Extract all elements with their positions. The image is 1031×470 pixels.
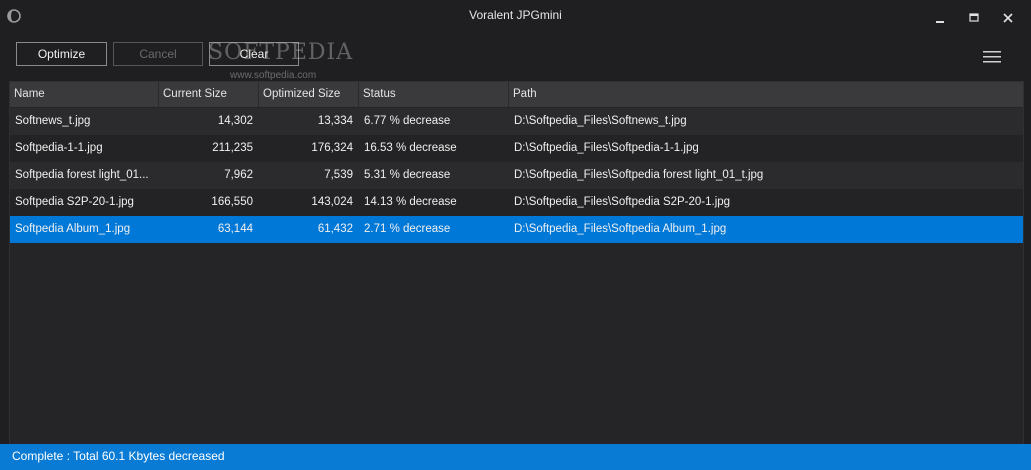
cell-name: Softpedia-1-1.jpg xyxy=(15,142,103,154)
status-text: Complete : Total 60.1 Kbytes decreased xyxy=(12,449,225,463)
cell-current-size: 166,550 xyxy=(211,196,253,208)
cell-current-size: 7,962 xyxy=(224,169,253,181)
cell-name: Softpedia S2P-20-1.jpg xyxy=(15,196,134,208)
column-header-current-size[interactable]: Current Size xyxy=(159,82,259,107)
cell-status: 2.71 % decrease xyxy=(364,223,451,235)
column-header-path[interactable]: Path xyxy=(509,82,1023,107)
file-table: Name Current Size Optimized Size Status … xyxy=(9,81,1024,445)
cell-path: D:\Softpedia_Files\Softnews_t.jpg xyxy=(514,115,687,127)
cell-current-size: 14,302 xyxy=(217,115,253,127)
hamburger-menu-icon[interactable] xyxy=(983,50,1003,64)
table-row-selected[interactable]: Softpedia Album_1.jpg 63,144 61,432 2.71… xyxy=(10,216,1023,243)
watermark-url: www.softpedia.com xyxy=(230,70,317,81)
cell-status: 16.53 % decrease xyxy=(364,142,457,154)
cell-optimized-size: 7,539 xyxy=(324,169,353,181)
app-window: Voralent JPGmini Optimize Cancel Clear S… xyxy=(0,0,1031,470)
table-row[interactable]: Softpedia forest light_01... 7,962 7,539… xyxy=(10,162,1023,189)
maximize-button[interactable] xyxy=(964,8,984,28)
cell-name: Softpedia Album_1.jpg xyxy=(15,223,131,235)
table-row[interactable]: Softpedia-1-1.jpg 211,235 176,324 16.53 … xyxy=(10,135,1023,162)
cell-status: 14.13 % decrease xyxy=(364,196,457,208)
cell-path: D:\Softpedia_Files\Softpedia S2P-20-1.jp… xyxy=(514,196,731,208)
cell-optimized-size: 176,324 xyxy=(311,142,353,154)
cell-name: Softpedia forest light_01... xyxy=(15,169,149,181)
table-row[interactable]: Softnews_t.jpg 14,302 13,334 6.77 % decr… xyxy=(10,108,1023,135)
column-header-name[interactable]: Name xyxy=(10,82,159,107)
table-row[interactable]: Softpedia S2P-20-1.jpg 166,550 143,024 1… xyxy=(10,189,1023,216)
minimize-icon xyxy=(930,8,950,28)
column-header-status[interactable]: Status xyxy=(359,82,509,107)
cell-optimized-size: 61,432 xyxy=(317,223,353,235)
minimize-button[interactable] xyxy=(930,8,950,28)
cell-status: 6.77 % decrease xyxy=(364,115,451,127)
table-header: Name Current Size Optimized Size Status … xyxy=(10,82,1023,107)
close-icon xyxy=(998,8,1018,28)
maximize-icon xyxy=(964,8,984,28)
title-bar: Voralent JPGmini xyxy=(0,0,1031,32)
cell-path: D:\Softpedia_Files\Softpedia Album_1.jpg xyxy=(514,223,727,235)
cancel-button[interactable]: Cancel xyxy=(113,42,203,66)
watermark-logo: SOFTPEDIA xyxy=(208,40,354,65)
cell-path: D:\Softpedia_Files\Softpedia forest ligh… xyxy=(514,169,764,181)
cell-name: Softnews_t.jpg xyxy=(15,115,91,127)
column-header-optimized-size[interactable]: Optimized Size xyxy=(259,82,359,107)
optimize-button[interactable]: Optimize xyxy=(16,42,107,66)
cell-optimized-size: 143,024 xyxy=(311,196,353,208)
cell-path: D:\Softpedia_Files\Softpedia-1-1.jpg xyxy=(514,142,699,154)
status-bar: Complete : Total 60.1 Kbytes decreased xyxy=(0,444,1031,470)
cell-optimized-size: 13,334 xyxy=(317,115,353,127)
window-title: Voralent JPGmini xyxy=(469,8,562,22)
close-button[interactable] xyxy=(998,8,1018,28)
cell-status: 5.31 % decrease xyxy=(364,169,451,181)
cell-current-size: 63,144 xyxy=(217,223,253,235)
cell-current-size: 211,235 xyxy=(212,142,253,154)
